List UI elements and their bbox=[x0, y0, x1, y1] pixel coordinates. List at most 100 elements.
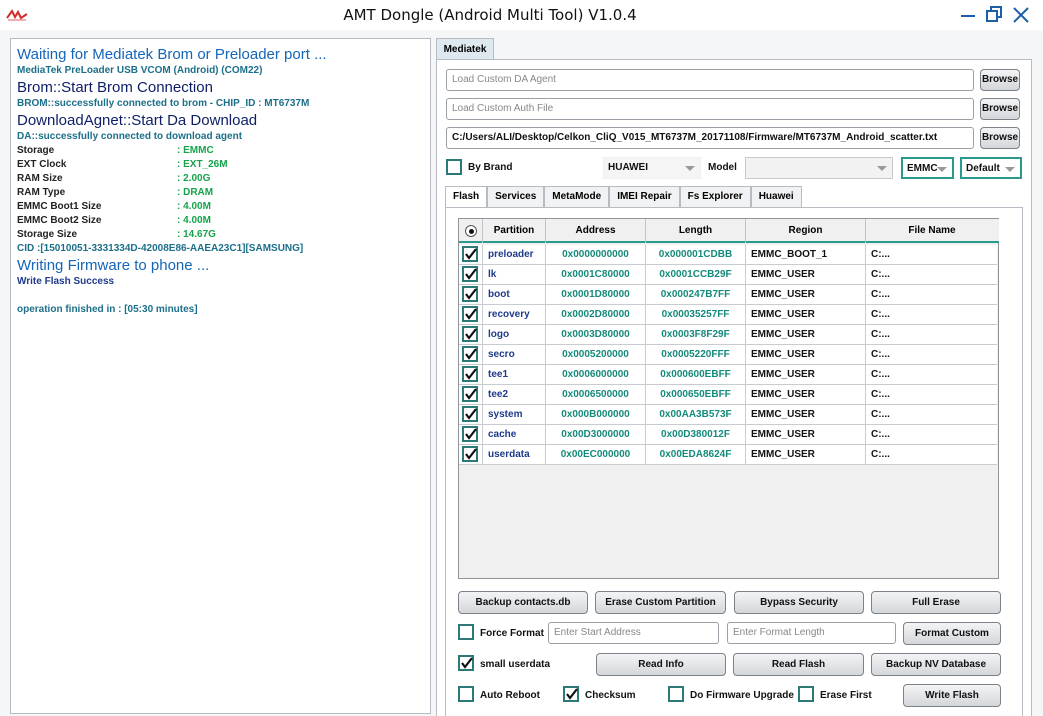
file-name-cell: C:... bbox=[871, 309, 890, 320]
table-row[interactable]: lk 0x0001C80000 0x0001CCB29F EMMC_USER C:... bbox=[459, 265, 997, 285]
col-length[interactable]: Length bbox=[646, 219, 746, 243]
select-all-radio[interactable] bbox=[464, 225, 477, 237]
log-line: Writing Firmware to phone ... bbox=[17, 257, 210, 274]
table-row[interactable]: recovery 0x0002D80000 0x00035257FF EMMC_USE… bbox=[459, 305, 997, 325]
tab-flash[interactable]: Flash bbox=[445, 186, 488, 208]
storage-select[interactable]: EMMC bbox=[901, 157, 954, 179]
by-brand-checkbox[interactable] bbox=[446, 159, 462, 175]
row-checkbox[interactable] bbox=[462, 406, 478, 422]
table-row[interactable]: secro 0x0005200000 0x0005220FFF EMMC_USER C:… bbox=[459, 345, 997, 365]
read-info-button[interactable]: Read Info bbox=[596, 653, 726, 676]
select-all-radio-cell[interactable] bbox=[459, 219, 483, 243]
start-address-input[interactable]: Enter Start Address bbox=[548, 622, 719, 644]
read-flash-button[interactable]: Read Flash bbox=[733, 653, 864, 676]
browse-scatter-button[interactable]: Browse bbox=[980, 127, 1020, 149]
restore-button[interactable] bbox=[984, 4, 1006, 26]
tab-huawei[interactable]: Huawei bbox=[750, 186, 802, 207]
row-checkbox[interactable] bbox=[462, 446, 478, 462]
col-file-name[interactable]: File Name bbox=[866, 219, 998, 243]
log-panel[interactable]: Waiting for Mediatek Brom or Preloader p… bbox=[10, 38, 431, 714]
row-checkbox[interactable] bbox=[462, 346, 478, 362]
row-select-cell[interactable] bbox=[459, 285, 483, 305]
tab-fs-explorer[interactable]: Fs Explorer bbox=[679, 186, 751, 207]
row-select-cell[interactable] bbox=[459, 265, 483, 285]
auto-reboot-checkbox[interactable] bbox=[458, 686, 474, 702]
model-select[interactable] bbox=[745, 157, 893, 179]
browse-da-button[interactable]: Browse bbox=[980, 69, 1020, 91]
format-custom-button[interactable]: Format Custom bbox=[903, 622, 1001, 645]
table-row[interactable]: system 0x000B000000 0x00AA3B573F EMMC_USER C… bbox=[459, 405, 997, 425]
brand-select[interactable]: HUAWEI bbox=[603, 157, 701, 179]
row-select-cell[interactable] bbox=[459, 365, 483, 385]
table-header: Partition Address Length Region File Nam… bbox=[459, 219, 999, 243]
region-cell: EMMC_BOOT_1 bbox=[746, 245, 866, 265]
file-name-cell: C:... bbox=[871, 409, 890, 420]
full-erase-button[interactable]: Full Erase bbox=[871, 591, 1001, 614]
row-select-cell[interactable] bbox=[459, 445, 483, 465]
row-checkbox[interactable] bbox=[462, 266, 478, 282]
info-row: Storage Size: 14.67G bbox=[17, 228, 424, 242]
scatter-file-field[interactable]: C:/Users/ALI/Desktop/Celkon_CliQ_V015_MT… bbox=[446, 127, 974, 149]
row-checkbox[interactable] bbox=[462, 366, 478, 382]
row-select-cell[interactable] bbox=[459, 385, 483, 405]
write-flash-button[interactable]: Write Flash bbox=[903, 684, 1001, 707]
row-select-cell[interactable] bbox=[459, 305, 483, 325]
model-label: Model bbox=[708, 162, 737, 173]
table-row[interactable]: boot 0x0001D80000 0x000247B7FF EMMC_USER C:.… bbox=[459, 285, 997, 305]
tab-services[interactable]: Services bbox=[487, 186, 545, 207]
row-select-cell[interactable] bbox=[459, 325, 483, 345]
close-button[interactable] bbox=[1010, 4, 1032, 26]
tab-mediatek[interactable]: Mediatek bbox=[436, 38, 494, 60]
partition-cell: tee2 bbox=[483, 385, 546, 405]
table-row[interactable]: logo 0x0003D80000 0x0003F8F29F EMMC_USER C:.… bbox=[459, 325, 997, 345]
address-cell: 0x0006000000 bbox=[546, 365, 646, 385]
log-line: DA::successfully connected to download a… bbox=[17, 131, 243, 142]
checkmark-icon bbox=[465, 408, 477, 420]
row-checkbox[interactable] bbox=[462, 326, 478, 342]
row-select-cell[interactable] bbox=[459, 425, 483, 445]
mediatek-panel: Load Custom DA Agent Browse Load Custom … bbox=[436, 59, 1032, 716]
table-row[interactable]: tee2 0x0006500000 0x000650EBFF EMMC_USER C:.… bbox=[459, 385, 997, 405]
do-firmware-upgrade-checkbox[interactable] bbox=[668, 686, 684, 702]
erase-custom-partition-button[interactable]: Erase Custom Partition bbox=[595, 591, 726, 614]
mode-select[interactable]: Default bbox=[960, 157, 1022, 179]
backup-contacts-button[interactable]: Backup contacts.db bbox=[458, 591, 588, 614]
info-row: EMMC Boot1 Size: 4.00M bbox=[17, 200, 424, 214]
row-checkbox[interactable] bbox=[462, 286, 478, 302]
checkmark-icon bbox=[465, 248, 477, 260]
minimize-button[interactable] bbox=[958, 4, 980, 26]
tab-imei-repair[interactable]: IMEI Repair bbox=[609, 186, 680, 207]
row-checkbox[interactable] bbox=[462, 426, 478, 442]
format-length-input[interactable]: Enter Format Length bbox=[727, 622, 896, 644]
backup-nv-database-button[interactable]: Backup NV Database bbox=[871, 653, 1001, 676]
row-select-cell[interactable] bbox=[459, 345, 483, 365]
row-select-cell[interactable] bbox=[459, 405, 483, 425]
erase-first-checkbox[interactable] bbox=[798, 686, 814, 702]
col-region[interactable]: Region bbox=[746, 219, 866, 243]
table-row[interactable]: tee1 0x0006000000 0x000600EBFF EMMC_USER C:.… bbox=[459, 365, 997, 385]
force-format-checkbox[interactable] bbox=[458, 624, 474, 640]
partition-cell: secro bbox=[483, 345, 546, 365]
browse-auth-button[interactable]: Browse bbox=[980, 98, 1020, 120]
bypass-security-button[interactable]: Bypass Security bbox=[734, 591, 864, 614]
length-cell: 0x000650EBFF bbox=[646, 385, 746, 405]
row-checkbox[interactable] bbox=[462, 306, 478, 322]
chevron-down-icon bbox=[937, 167, 947, 172]
small-userdata-checkbox[interactable] bbox=[458, 655, 474, 671]
table-row[interactable]: cache 0x00D3000000 0x00D380012F EMMC_USER C:… bbox=[459, 425, 997, 445]
row-checkbox[interactable] bbox=[462, 246, 478, 262]
length-cell: 0x00EDA8624F bbox=[646, 445, 746, 465]
checksum-checkbox[interactable] bbox=[563, 686, 579, 702]
table-row[interactable]: preloader 0x0000000000 0x000001CDBB EMMC_BO… bbox=[459, 245, 997, 265]
table-row[interactable]: userdata 0x00EC000000 0x00EDA8624F EMMC_USE… bbox=[459, 445, 997, 465]
col-partition[interactable]: Partition bbox=[483, 219, 546, 243]
partition-cell: tee1 bbox=[483, 365, 546, 385]
row-checkbox[interactable] bbox=[462, 386, 478, 402]
tab-metamode[interactable]: MetaMode bbox=[544, 186, 610, 207]
auth-file-field[interactable]: Load Custom Auth File bbox=[446, 98, 974, 120]
row-select-cell[interactable] bbox=[459, 245, 483, 265]
da-agent-field[interactable]: Load Custom DA Agent bbox=[446, 69, 974, 91]
file-name-cell: C:... bbox=[871, 449, 890, 460]
info-row: EXT Clock: EXT_26M bbox=[17, 158, 424, 172]
col-address[interactable]: Address bbox=[546, 219, 646, 243]
